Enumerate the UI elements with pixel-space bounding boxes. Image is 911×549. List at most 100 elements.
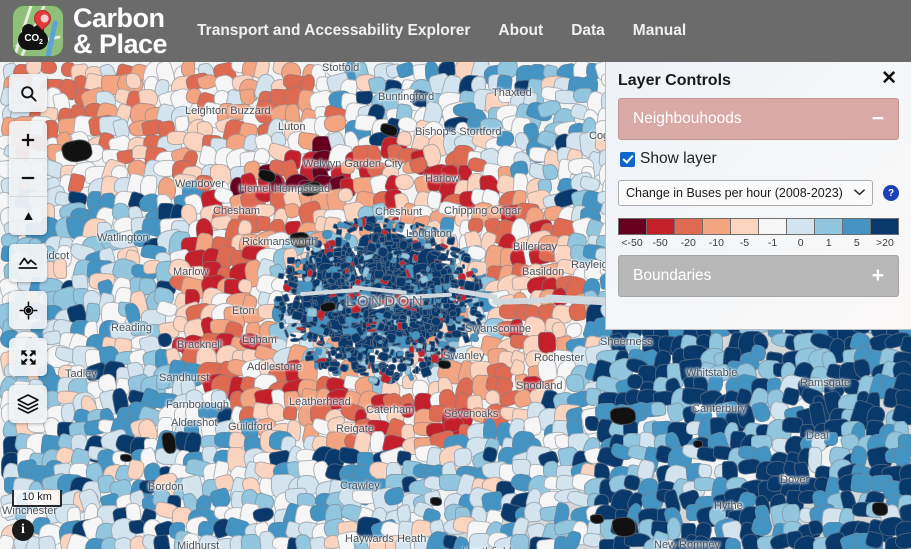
legend-swatch <box>675 219 703 234</box>
neighbourhood-polygon[interactable] <box>565 373 586 393</box>
neighbourhood-polygon[interactable] <box>340 159 356 175</box>
no-data-polygon[interactable] <box>289 231 311 249</box>
legend-swatch-strip <box>618 218 899 235</box>
neighbourhood-polygon[interactable] <box>345 351 351 359</box>
no-data-polygon[interactable] <box>871 501 889 517</box>
neighbourhood-polygon[interactable] <box>457 295 462 300</box>
legend-tick: -1 <box>767 237 778 249</box>
neighbourhood-polygon[interactable] <box>155 373 170 390</box>
map-scale-label: 10 km <box>22 491 52 503</box>
neighbourhood-polygon[interactable] <box>394 537 413 549</box>
neighbourhood-polygon[interactable] <box>388 325 395 332</box>
terrain-control-group <box>9 244 47 282</box>
neighbourhood-polygon[interactable] <box>478 301 484 307</box>
nav-link-data[interactable]: Data <box>571 22 605 40</box>
legend-tick: <-50 <box>621 237 643 249</box>
geolocate-control-group <box>9 291 47 329</box>
neighbourhood-polygon[interactable] <box>408 345 414 353</box>
accordion-boundaries[interactable]: Boundaries + <box>618 255 899 297</box>
geolocate-icon[interactable] <box>9 291 47 329</box>
neighbourhood-polygon[interactable] <box>369 338 374 346</box>
neighbourhood-polygon[interactable] <box>385 232 393 242</box>
neighbourhood-polygon[interactable] <box>52 258 68 280</box>
metric-select[interactable]: Change in Buses per hour (2008-2023) <box>618 180 873 206</box>
no-data-polygon[interactable] <box>437 359 452 370</box>
legend-tick-labels: <-50 -50 -20 -10 -5 -1 0 1 5 >20 <box>618 237 899 249</box>
fullscreen-icon[interactable] <box>9 338 47 376</box>
nav-link-manual[interactable]: Manual <box>633 22 686 40</box>
legend-tick: -10 <box>708 237 724 249</box>
no-data-polygon[interactable] <box>611 516 637 538</box>
terrain-icon[interactable] <box>9 244 47 282</box>
map-control-stack <box>9 74 47 423</box>
neighbourhood-polygon[interactable] <box>480 117 504 133</box>
neighbourhood-polygon[interactable] <box>465 346 485 362</box>
neighbourhood-polygon[interactable] <box>306 308 317 318</box>
close-icon[interactable]: ✕ <box>879 69 899 88</box>
neighbourhood-polygon[interactable] <box>125 72 142 90</box>
nav-link-transport-explorer[interactable]: Transport and Accessability Explorer <box>197 22 470 40</box>
info-glyph: i <box>21 522 25 537</box>
neighbourhood-polygon[interactable] <box>398 224 403 230</box>
neighbourhood-polygon[interactable] <box>509 533 530 549</box>
compass-icon[interactable] <box>9 197 47 235</box>
accordion-neighbourhoods[interactable]: Neighbouhoods − <box>618 98 899 140</box>
neighbourhood-polygon[interactable] <box>434 284 442 293</box>
neighbourhood-polygon[interactable] <box>314 347 323 356</box>
help-icon[interactable]: ? <box>883 185 899 201</box>
nav-link-about[interactable]: About <box>498 22 543 40</box>
neighbourhood-polygon[interactable] <box>824 431 839 447</box>
neighbourhood-polygon[interactable] <box>313 239 323 249</box>
show-layer-checkbox[interactable] <box>620 151 635 167</box>
legend-swatch <box>815 219 843 234</box>
neighbourhood-polygon[interactable] <box>376 214 384 221</box>
layer-controls-panel: Layer Controls ✕ Neighbouhoods − Show la… <box>605 62 911 330</box>
neighbourhood-polygon[interactable] <box>328 365 339 372</box>
neighbourhood-polygon[interactable] <box>411 229 417 235</box>
legend-swatch <box>619 219 647 234</box>
search-icon[interactable] <box>9 74 47 112</box>
neighbourhood-polygon[interactable] <box>334 236 343 248</box>
show-layer-row: Show layer <box>620 150 899 168</box>
neighbourhood-polygon[interactable] <box>446 234 456 245</box>
layers-icon[interactable] <box>9 385 47 423</box>
neighbourhood-polygon[interactable] <box>384 240 395 247</box>
map-attribution-info-icon[interactable]: i <box>12 519 34 541</box>
neighbourhood-polygon[interactable] <box>470 332 478 338</box>
neighbourhood-polygon[interactable] <box>450 329 462 338</box>
collapse-minus-icon: − <box>871 107 884 130</box>
legend-swatch <box>759 219 787 234</box>
legend-tick: -50 <box>652 237 668 249</box>
layer-controls-header: Layer Controls ✕ <box>618 69 899 90</box>
neighbourhood-polygon[interactable] <box>650 401 667 418</box>
brand-title-line2: & Place <box>73 29 168 59</box>
panel-title: Layer Controls <box>618 72 731 89</box>
accordion-boundaries-label: Boundaries <box>633 267 712 284</box>
neighbourhood-polygon[interactable] <box>387 362 397 372</box>
neighbourhood-polygon[interactable] <box>414 366 419 374</box>
legend-tick: -5 <box>739 237 750 249</box>
legend-tick: 5 <box>853 237 860 249</box>
legend-tick: 1 <box>825 237 832 249</box>
no-data-polygon[interactable] <box>589 513 605 525</box>
no-data-polygon[interactable] <box>429 496 443 507</box>
neighbourhood-polygon[interactable] <box>405 309 413 317</box>
neighbourhood-polygon[interactable] <box>287 257 295 265</box>
legend-swatch <box>871 219 898 234</box>
neighbourhood-polygon[interactable] <box>291 310 304 321</box>
show-layer-label: Show layer <box>640 150 717 167</box>
zoom-in-icon[interactable] <box>9 121 47 159</box>
legend-swatch <box>703 219 731 234</box>
layers-control-group <box>9 385 47 423</box>
legend-tick: 0 <box>797 237 804 249</box>
brand-logo[interactable]: CO2 Carbon & Place <box>0 5 168 59</box>
neighbourhood-polygon[interactable] <box>344 241 351 249</box>
neighbourhood-polygon[interactable] <box>334 352 344 360</box>
no-data-polygon[interactable] <box>119 453 133 463</box>
neighbourhood-polygon[interactable] <box>195 174 214 191</box>
neighbourhood-polygon[interactable] <box>335 228 342 236</box>
neighbourhood-polygon[interactable] <box>282 406 298 421</box>
neighbourhood-polygon[interactable] <box>567 301 588 323</box>
zoom-out-icon[interactable] <box>9 159 47 197</box>
neighbourhood-polygon[interactable] <box>465 320 478 332</box>
